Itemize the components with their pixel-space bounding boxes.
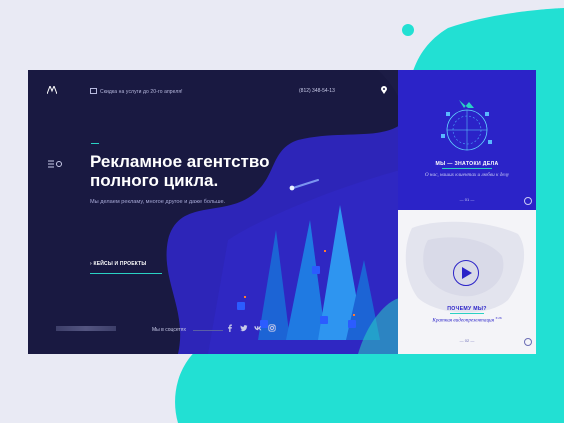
social-links [226, 324, 276, 332]
promo-text: Скидка на услуги до 20-го апреля! [100, 89, 183, 95]
blurred-copyright [56, 326, 116, 331]
about-title: МЫ — ЗНАТОКИ ДЕЛА [435, 161, 499, 167]
mountain-logo-icon[interactable] [47, 86, 57, 94]
why-us-underline [450, 313, 484, 314]
page-title: Рекламное агентство полного цикла. [90, 152, 350, 190]
title-line-1: Рекламное агентство [90, 152, 270, 171]
menu-icon[interactable] [48, 160, 62, 168]
play-icon [462, 267, 472, 279]
globe-illustration [441, 100, 492, 151]
gift-icon [90, 88, 97, 94]
accent-line [91, 143, 99, 144]
video-subtitle: Краткая видеопрезентация 3:26 [398, 316, 536, 324]
hero-subtitle: Мы делаем рекламу, многое другое и даже … [90, 199, 226, 205]
social-label: Мы в соцсетях [152, 327, 186, 333]
instagram-icon[interactable] [268, 324, 276, 332]
facebook-icon[interactable] [226, 324, 234, 332]
about-subtitle: О нас, наших клиентах и любви к делу [424, 172, 510, 178]
play-button[interactable] [453, 260, 479, 286]
why-us-title: ПОЧЕМУ МЫ? [447, 306, 487, 312]
social-divider [193, 330, 223, 331]
vk-icon[interactable] [254, 324, 262, 332]
next-circle-button[interactable] [524, 197, 532, 205]
video-pager: — 02 — [459, 338, 475, 343]
cases-projects-link[interactable]: › КЕЙСЫ И ПРОЕКТЫ [90, 261, 147, 267]
promo-banner[interactable]: Скидка на услуги до 20-го апреля! [90, 88, 183, 95]
twitter-icon[interactable] [240, 324, 248, 332]
hero-card: Скидка на услуги до 20-го апреля! (812) … [28, 70, 536, 354]
video-subtitle-text: Краткая видеопрезентация [432, 317, 495, 324]
phone-number[interactable]: (812) 348-54-13 [299, 88, 335, 94]
title-line-2: полного цикла. [90, 171, 219, 190]
cta-underline [90, 273, 162, 274]
about-title-underline [442, 168, 492, 169]
video-next-circle-button[interactable] [524, 338, 532, 346]
map-pin-icon[interactable] [381, 86, 387, 94]
video-duration: 3:26 [495, 316, 502, 320]
about-pager: — 01 — [459, 197, 475, 202]
video-panel[interactable]: ПОЧЕМУ МЫ? Краткая видеопрезентация 3:26… [398, 210, 536, 354]
about-panel[interactable]: МЫ — ЗНАТОКИ ДЕЛА О нас, наших клиентах … [398, 70, 536, 210]
